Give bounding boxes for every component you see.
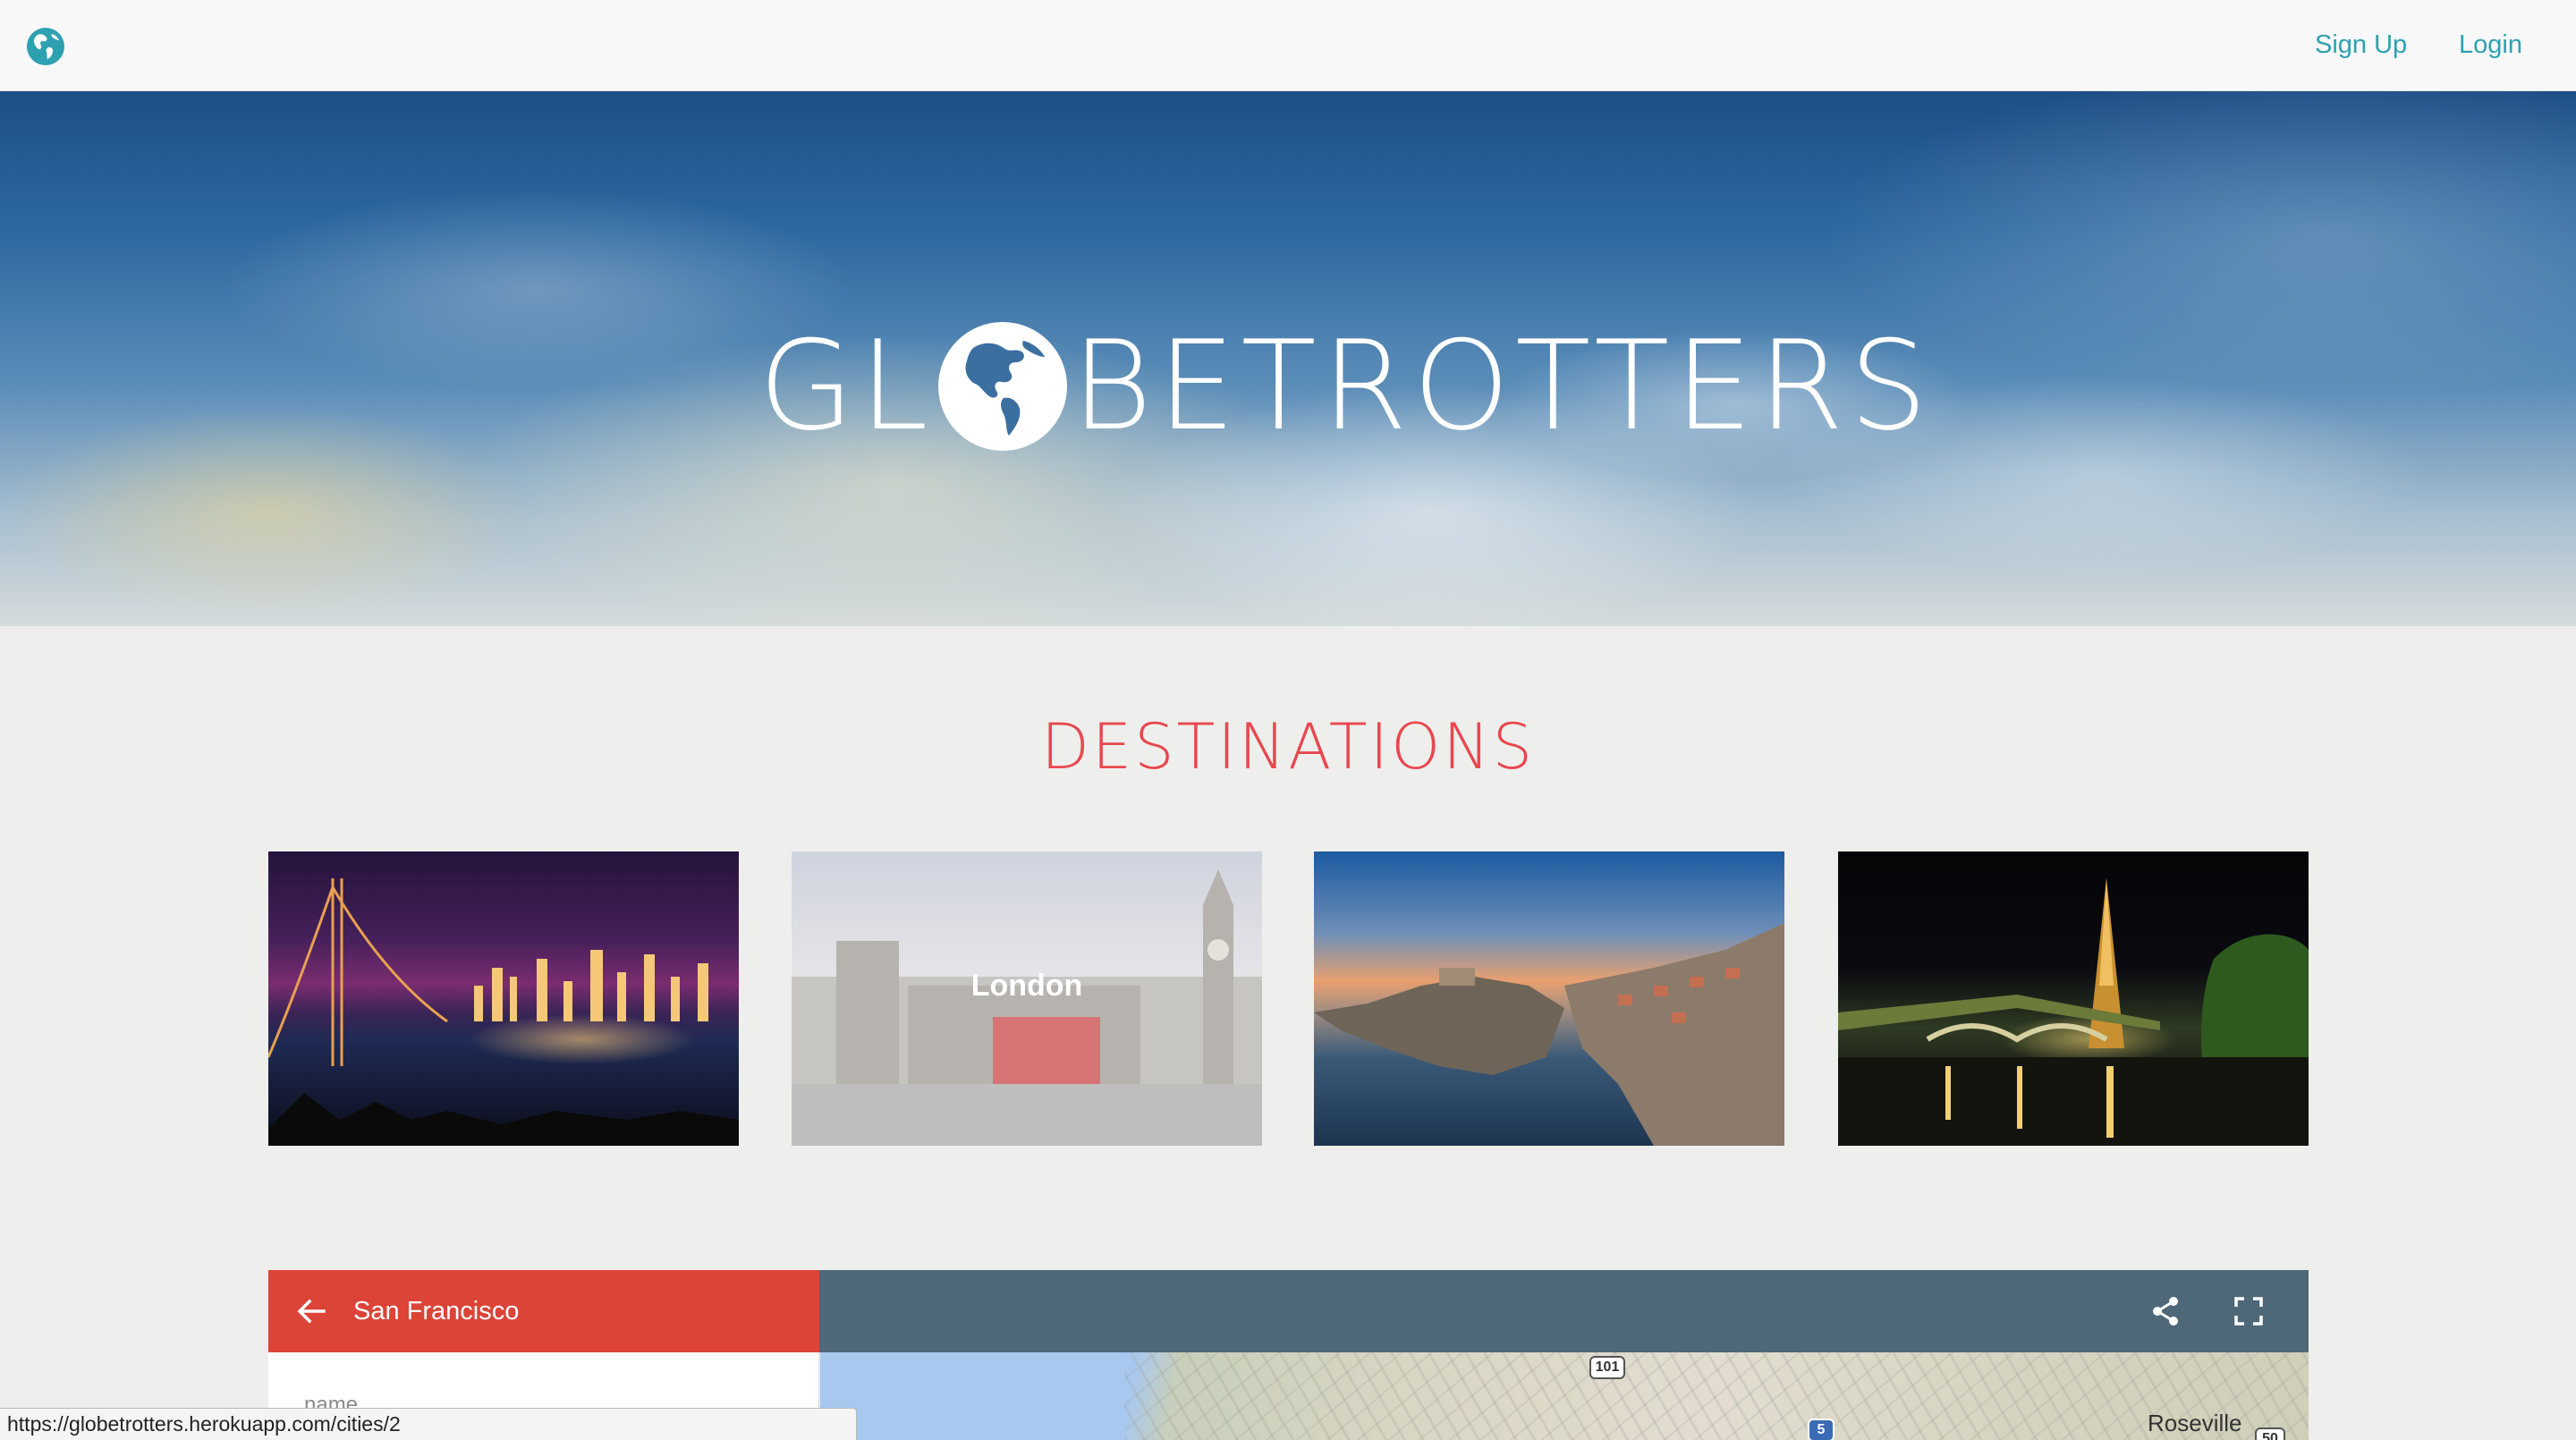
hero-banner: GL BETROTTERS	[0, 91, 2576, 626]
destination-cards: London	[268, 851, 2309, 1146]
fullscreen-icon[interactable]	[2231, 1293, 2267, 1329]
globe-americas-icon	[937, 322, 1067, 451]
globe-icon[interactable]	[25, 26, 66, 67]
map-terrain	[1124, 1352, 2309, 1440]
highway-shield: 101	[1589, 1356, 1625, 1379]
destinations-heading: DESTINATIONS	[1040, 710, 1536, 784]
highway-shield: 50	[2255, 1427, 2285, 1440]
hero-title-left: GL	[758, 314, 934, 458]
login-link[interactable]: Login	[2459, 28, 2522, 62]
map-sidebar-header: San Francisco	[268, 1270, 819, 1352]
browser-status-bar: https://globetrotters.herokuapp.com/citi…	[0, 1408, 857, 1440]
destination-card-label: London	[970, 969, 1083, 1003]
map-canvas[interactable]: 101 5 50 Roseville	[820, 1352, 2309, 1440]
destination-card-london[interactable]: London	[792, 851, 1262, 1146]
destination-card-san-francisco[interactable]	[268, 851, 739, 1146]
paris-image	[1838, 878, 2309, 1146]
hero-title: GL BETROTTERS	[758, 315, 1933, 458]
share-icon[interactable]	[2148, 1293, 2183, 1329]
hero-title-right: BETROTTERS	[1071, 314, 1934, 458]
map-toolbar	[819, 1270, 2309, 1352]
san-francisco-image	[268, 878, 739, 1146]
highway-shield: 5	[1808, 1419, 1835, 1440]
navbar: Sign Up Login	[0, 0, 2576, 91]
map-place-label: Roseville	[2148, 1410, 2242, 1436]
arrow-left-icon[interactable]	[293, 1293, 329, 1329]
map-title: San Francisco	[353, 1297, 520, 1326]
destination-card-dubrovnik[interactable]	[1314, 851, 1784, 1146]
destination-card-paris[interactable]	[1838, 851, 2309, 1146]
dubrovnik-image	[1314, 923, 1784, 1146]
sign-up-link[interactable]: Sign Up	[2315, 28, 2407, 62]
